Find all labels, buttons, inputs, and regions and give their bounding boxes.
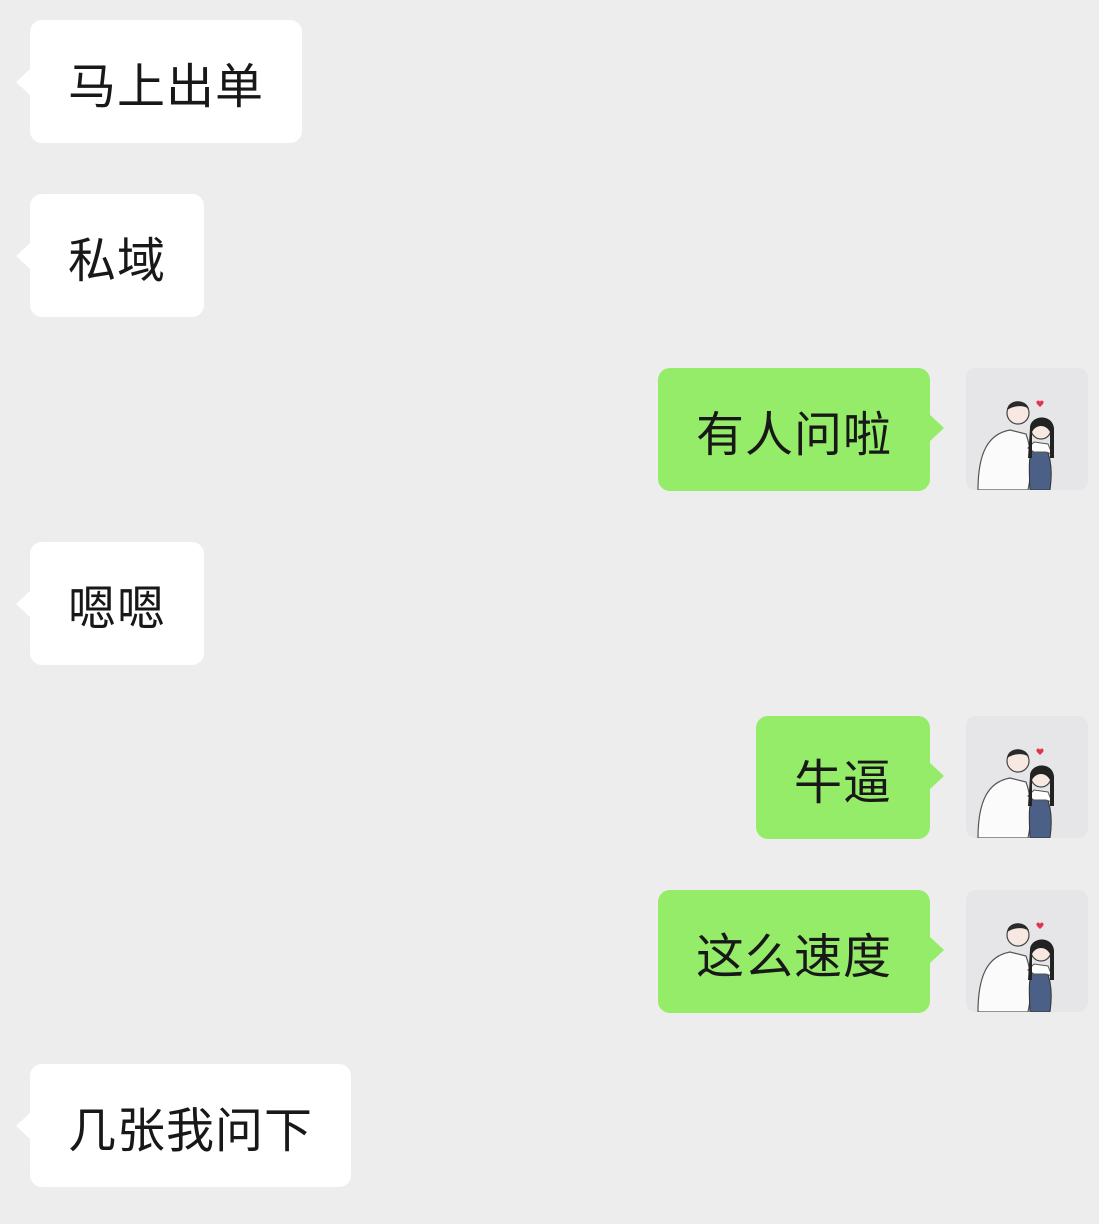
couple-avatar-icon[interactable] (966, 368, 1088, 490)
message-bubble-incoming[interactable]: 几张我问下 (15, 1064, 352, 1187)
message-bubble-incoming[interactable]: 私域 (15, 194, 205, 317)
message-row-incoming: 嗯嗯 (15, 542, 205, 665)
message-row-incoming: 几张我问下 (15, 1064, 352, 1187)
message-bubble-outgoing[interactable]: 牛逼 (755, 716, 945, 839)
message-row-outgoing: 有人问啦 (657, 368, 1088, 491)
message-row-outgoing: 这么速度 (657, 890, 1088, 1013)
message-row-incoming: 私域 (15, 194, 205, 317)
message-bubble-outgoing[interactable]: 有人问啦 (657, 368, 945, 491)
message-bubble-incoming[interactable]: 嗯嗯 (15, 542, 205, 665)
couple-avatar-icon[interactable] (966, 890, 1088, 1012)
message-text: 私域 (68, 232, 167, 289)
message-text: 马上出单 (68, 58, 265, 115)
couple-avatar-icon[interactable] (966, 716, 1088, 838)
message-text: 几张我问下 (68, 1102, 314, 1159)
message-text: 牛逼 (793, 754, 892, 811)
message-bubble-outgoing[interactable]: 这么速度 (657, 890, 945, 1013)
message-row-incoming: 马上出单 (15, 20, 303, 143)
message-text: 嗯嗯 (68, 580, 167, 637)
message-bubble-incoming[interactable]: 马上出单 (15, 20, 303, 143)
message-text: 有人问啦 (695, 406, 892, 463)
message-row-outgoing: 牛逼 (755, 716, 1088, 839)
message-text: 这么速度 (695, 928, 892, 985)
